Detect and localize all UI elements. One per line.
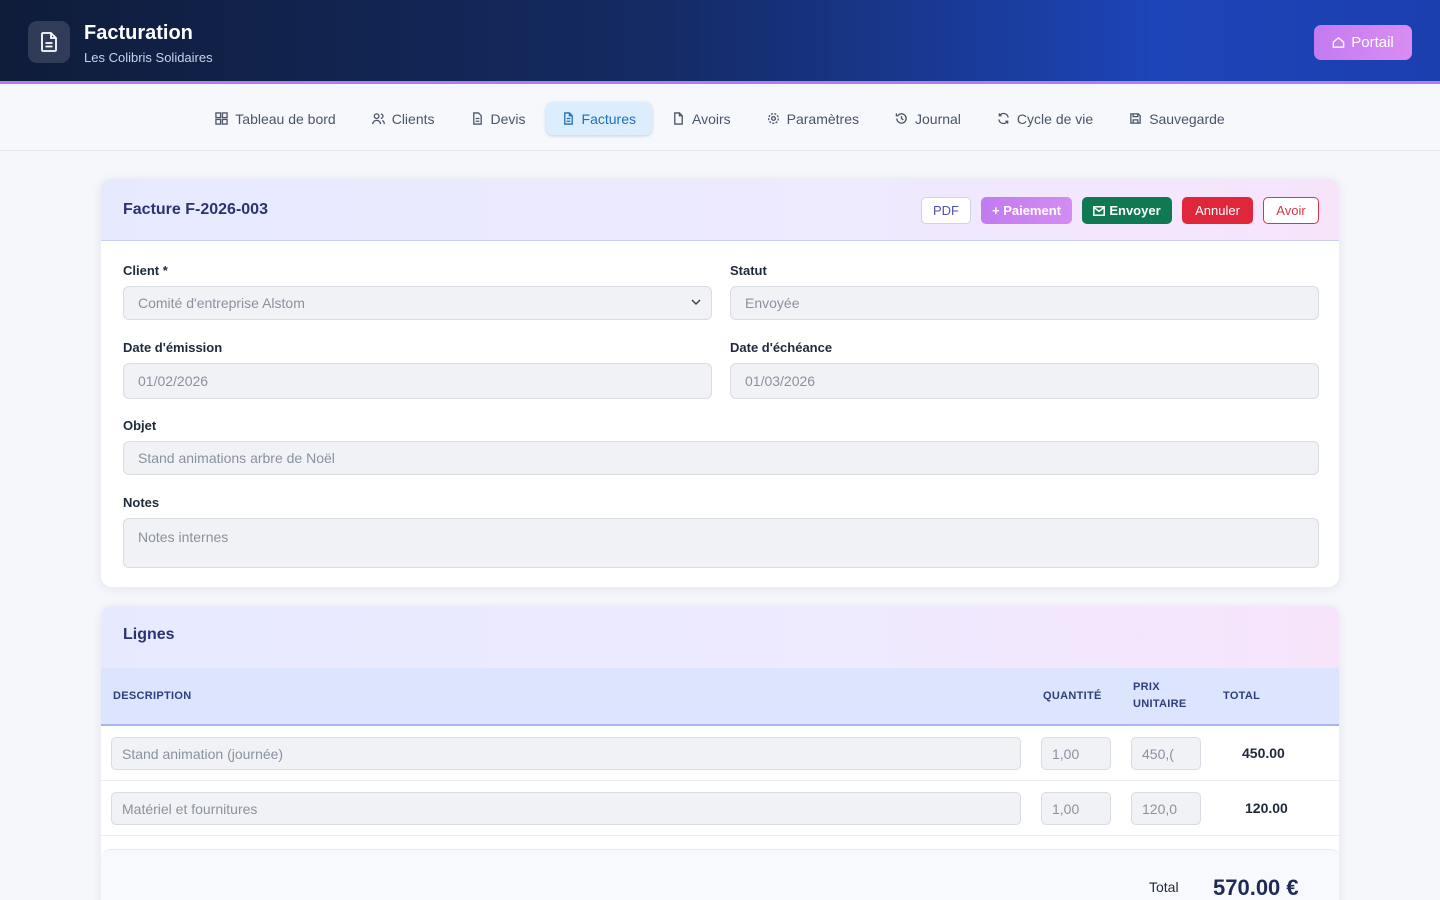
main-nav: Tableau de bord Clients Devis Factures A… <box>0 87 1440 151</box>
send-label: Envoyer <box>1109 203 1161 218</box>
invoice-title: Facture F-2026-003 <box>123 201 268 218</box>
lines-card: Lignes DESCRIPTION QUANTITÉ PRIX UNITAIR… <box>100 605 1340 900</box>
totals-summary: Total 570.00 € <box>101 849 1339 900</box>
nav-label: Cycle de vie <box>1016 110 1094 127</box>
line-unit-price-input[interactable]: 120,0 <box>1131 792 1201 825</box>
lines-title: Lignes <box>123 626 175 643</box>
credit-note-button[interactable]: Avoir <box>1263 197 1319 224</box>
object-field[interactable]: Stand animations arbre de Noël <box>123 441 1319 475</box>
lines-card-header: Lignes <box>101 606 1339 668</box>
line-description-input[interactable]: Matériel et fournitures <box>111 792 1021 825</box>
pdf-button[interactable]: PDF <box>921 197 971 224</box>
users-icon <box>371 113 385 125</box>
save-icon <box>1130 113 1141 124</box>
nav-factures[interactable]: Factures <box>545 102 652 135</box>
due-date-label: Date d'échéance <box>730 340 833 355</box>
line-total: 120.00 <box>1245 800 1288 816</box>
nav-label: Journal <box>915 110 961 127</box>
col-description: DESCRIPTION <box>113 690 192 702</box>
nav-parametres[interactable]: Paramètres <box>751 102 875 135</box>
nav-avoirs[interactable]: Avoirs <box>656 102 747 135</box>
status-label: Statut <box>730 263 767 278</box>
notes-placeholder: Notes internes <box>138 529 229 545</box>
add-payment-button[interactable]: + Paiement <box>981 197 1072 224</box>
portal-button[interactable]: Portail <box>1314 25 1412 60</box>
grid-icon <box>215 112 229 125</box>
invoice-card: Facture F-2026-003 PDF + Paiement Envoye… <box>100 178 1340 588</box>
nav-label: Devis <box>490 110 526 127</box>
nav-devis[interactable]: Devis <box>455 102 542 135</box>
line-description-input[interactable]: Stand animation (journée) <box>111 737 1021 770</box>
issue-date-field[interactable]: 01/02/2026 <box>123 363 712 399</box>
due-date-field[interactable]: 01/03/2026 <box>730 363 1319 399</box>
lines-table-header: DESCRIPTION QUANTITÉ PRIX UNITAIRE TOTAL <box>101 668 1339 726</box>
client-value: Comité d'entreprise Alstom <box>138 295 305 311</box>
nav-cycle-de-vie[interactable]: Cycle de vie <box>981 102 1109 135</box>
nav-sauvegarde[interactable]: Sauvegarde <box>1113 102 1241 135</box>
line-quantity-input[interactable]: 1,00 <box>1041 737 1111 770</box>
nav-label: Clients <box>391 110 435 127</box>
col-unit-price-line1: PRIX <box>1133 681 1160 693</box>
client-select[interactable]: Comité d'entreprise Alstom <box>123 286 712 320</box>
app-title: Facturation <box>84 22 193 44</box>
home-icon <box>1332 36 1345 48</box>
notes-label: Notes <box>123 495 160 510</box>
nav-label: Sauvegarde <box>1149 110 1225 127</box>
document-icon <box>472 112 482 125</box>
invoice-card-header: Facture F-2026-003 PDF + Paiement Envoye… <box>101 179 1339 241</box>
send-button[interactable]: Envoyer <box>1082 197 1172 224</box>
nav-journal[interactable]: Journal <box>879 102 977 135</box>
line-total: 450.00 <box>1242 745 1285 761</box>
table-row: Matériel et fournitures 1,00 120,0 120.0… <box>101 781 1339 836</box>
nav-label: Paramètres <box>786 110 859 127</box>
nav-clients[interactable]: Clients <box>356 102 451 135</box>
nav-label: Tableau de bord <box>235 110 336 127</box>
col-total: TOTAL <box>1223 690 1261 702</box>
nav-label: Avoirs <box>691 110 731 127</box>
status-value: Envoyée <box>745 295 800 311</box>
nav-tableau-de-bord[interactable]: Tableau de bord <box>199 102 351 135</box>
object-label: Objet <box>123 418 157 433</box>
col-quantity: QUANTITÉ <box>1043 690 1102 702</box>
line-unit-price-input[interactable]: 450,( <box>1131 737 1201 770</box>
history-icon <box>895 113 907 124</box>
col-unit-price: PRIX UNITAIRE <box>1133 679 1187 713</box>
table-row: Stand animation (journée) 1,00 450,( 450… <box>101 726 1339 781</box>
mail-icon <box>1093 205 1106 216</box>
invoice-logo-icon <box>28 21 70 63</box>
cancel-invoice-button[interactable]: Annuler <box>1182 197 1253 224</box>
invoice-icon <box>563 112 573 125</box>
app-header: Facturation Les Colibris Solidaires Port… <box>0 0 1440 84</box>
app-subtitle: Les Colibris Solidaires <box>84 50 213 65</box>
due-date-value: 01/03/2026 <box>745 373 816 389</box>
portal-label: Portail <box>1351 34 1394 51</box>
line-quantity-input[interactable]: 1,00 <box>1041 792 1111 825</box>
total-value: 570.00 € <box>1213 875 1299 900</box>
object-value: Stand animations arbre de Noël <box>138 450 335 466</box>
document-icon <box>674 112 683 125</box>
total-label: Total <box>1149 879 1179 895</box>
client-label: Client * <box>123 263 168 278</box>
nav-label: Factures <box>581 110 636 127</box>
notes-textarea[interactable]: Notes internes <box>123 518 1319 568</box>
gear-icon <box>767 113 779 124</box>
issue-date-value: 01/02/2026 <box>138 373 209 389</box>
col-unit-price-line2: UNITAIRE <box>1133 698 1187 710</box>
issue-date-label: Date d'émission <box>123 340 223 355</box>
status-field[interactable]: Envoyée <box>730 286 1319 320</box>
chevron-down-icon <box>691 299 701 306</box>
refresh-icon <box>998 112 1009 125</box>
